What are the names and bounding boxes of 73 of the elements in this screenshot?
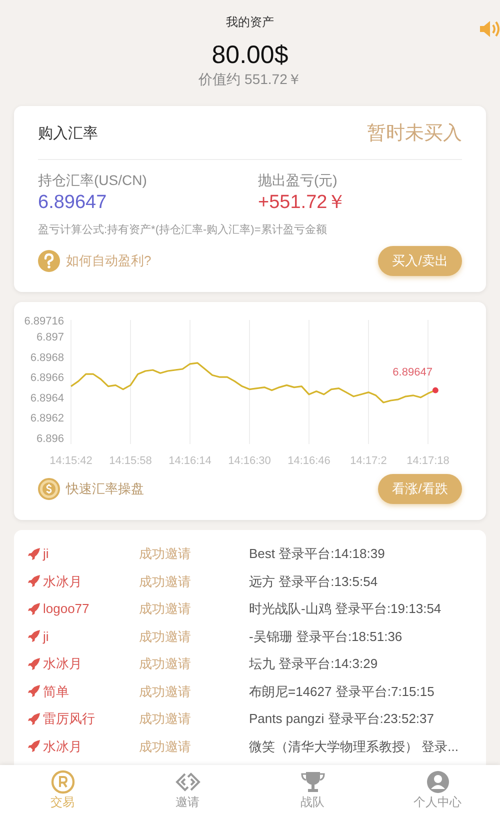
registered-icon <box>50 770 74 794</box>
inviter-name: 水冰月 <box>43 572 82 590</box>
login-detail: 微笑（清华大学物理系教授） 登录... <box>249 738 458 756</box>
invite-status: 成功邀请 <box>139 545 192 563</box>
axis-label: 6.8966 <box>30 372 64 384</box>
invite-status: 成功邀请 <box>139 710 192 728</box>
quick-trade-link[interactable]: 快速汇率操盘 <box>66 479 144 499</box>
axis-label: 14:16:14 <box>168 455 212 467</box>
login-detail: Pants pangzi 登录平台:23:52:37 <box>249 710 434 728</box>
field-label: 持仓汇率(US/CN) <box>38 170 148 190</box>
invite-status: 成功邀请 <box>139 738 192 756</box>
rocket-icon <box>28 548 40 560</box>
axis-label: 14:15:58 <box>109 455 152 467</box>
rocket-icon <box>28 658 40 670</box>
axis-label: 14:17:2 <box>350 455 387 467</box>
page-title: 我的资产 <box>226 14 274 30</box>
inviter-name: 水冰月 <box>43 655 82 673</box>
purchase-status: 暂时未买入 <box>367 122 462 146</box>
help-link[interactable]: 如何自动盈利? <box>66 251 152 271</box>
rocket-icon <box>28 685 40 698</box>
invite-status: 成功邀请 <box>139 655 192 673</box>
login-detail: 布朗尼=14627 登录平台:7:15:15 <box>249 682 434 700</box>
login-detail: -吴锦珊 登录平台:18:51:36 <box>249 628 402 646</box>
axis-label: 6.8968 <box>30 352 64 364</box>
user-icon <box>426 770 450 794</box>
rocket-icon <box>28 630 40 642</box>
login-detail: 远方 登录平台:13:5:54 <box>249 572 378 590</box>
inviter-name: ji <box>43 628 49 646</box>
coin-icon <box>38 478 60 500</box>
inviter-name: 雷厉风行 <box>43 710 95 728</box>
balance-amount: 80.00$ <box>212 40 288 70</box>
rocket-icon <box>28 575 40 588</box>
login-detail: Best 登录平台:14:18:39 <box>249 545 385 563</box>
buy-sell-button[interactable]: 买入/卖出 <box>378 246 462 276</box>
axis-label: 6.896 <box>36 433 64 445</box>
link-icon <box>174 770 200 794</box>
formula-text: 盈亏计算公式:持有资产*(持仓汇率-购入汇率)=累计盈亏金额 <box>38 222 328 238</box>
axis-label: 6.8964 <box>30 392 64 404</box>
axis-label: 6.8962 <box>30 412 64 425</box>
axis-label: 14:17:18 <box>406 455 450 467</box>
axis-label: 14:15:42 <box>50 455 92 467</box>
field-label: 抛出盈亏(元) <box>258 170 338 190</box>
axis-label: 14:16:30 <box>228 455 271 467</box>
worth-text: 价值约 551.72￥ <box>198 70 302 88</box>
tab[interactable]: 个人中心 <box>414 794 462 810</box>
invite-status: 成功邀请 <box>139 600 192 618</box>
inviter-name: ji <box>43 545 49 563</box>
rocket-icon <box>28 740 40 752</box>
rocket-icon <box>28 602 40 615</box>
tab[interactable]: 战队 <box>300 794 324 810</box>
invite-status: 成功邀请 <box>139 572 192 590</box>
card-title: 购入汇率 <box>38 124 98 144</box>
login-detail: 时光战队-山鸡 登录平台:19:13:54 <box>249 600 442 618</box>
login-detail: 坛九 登录平台:14:3:29 <box>249 655 378 673</box>
tab[interactable]: 邀请 <box>176 794 200 810</box>
help-icon <box>38 250 60 272</box>
axis-label: 6.89716 <box>24 315 64 328</box>
profit-value: +551.72￥ <box>258 190 348 214</box>
annotation-label: 6.89647 <box>392 366 432 378</box>
axis-label: 6.897 <box>36 332 64 344</box>
rise-fall-button[interactable]: 看涨/看跌 <box>378 474 462 504</box>
data-point-marker <box>432 387 438 394</box>
inviter-name: 简单 <box>43 682 69 700</box>
rocket-icon <box>28 712 40 725</box>
rate-value: 6.89647 <box>38 190 108 214</box>
trophy-icon <box>300 770 324 794</box>
invite-status: 成功邀请 <box>139 628 192 646</box>
axis-label: 14:16:46 <box>288 455 330 467</box>
inviter-name: 水冰月 <box>43 738 82 756</box>
speaker-icon <box>478 18 500 40</box>
tab[interactable]: 交易 <box>50 794 74 810</box>
inviter-name: logoo77 <box>43 600 90 618</box>
invite-status: 成功邀请 <box>139 682 192 700</box>
